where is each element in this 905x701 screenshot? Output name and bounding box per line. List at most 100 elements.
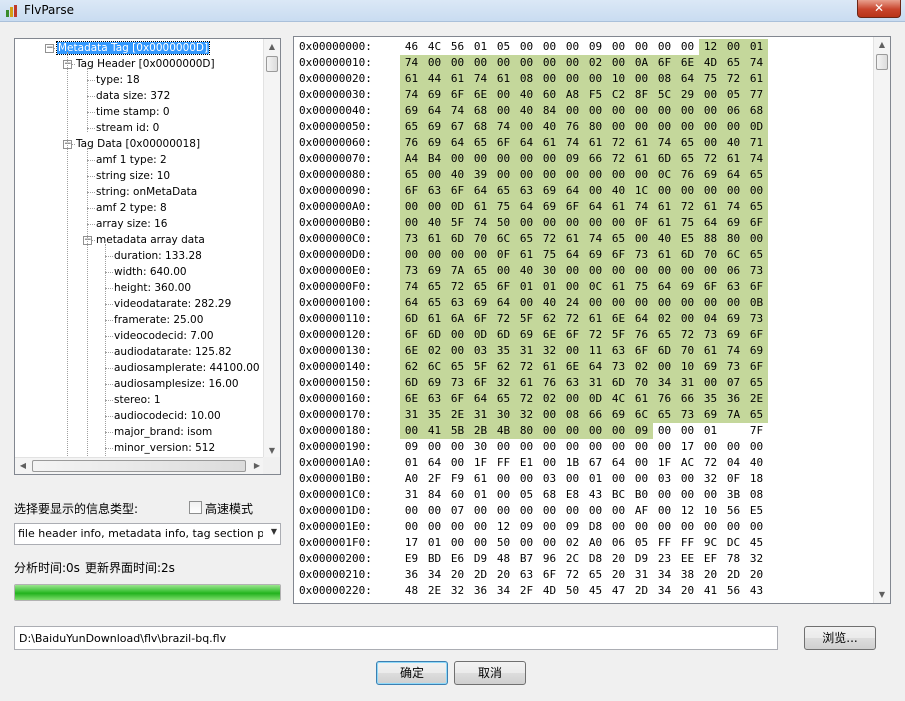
metadata-tree[interactable]: Metadata Tag [0x0000000D] − Tag Header [0x… [14, 38, 281, 475]
tree-item[interactable]: amf 2 type: 8 [95, 200, 168, 216]
hex-row[interactable]: 0x00000120: 6F 6D 00 0D 6D 69 6E 6F 72 5F 76 65 72 73 6… [299, 327, 873, 343]
tree-hscroll-thumb[interactable] [32, 460, 246, 472]
hex-row[interactable]: 0x00000050: 65 69 67 68 74 00 40 76 80 00 00 00 00 00 0… [299, 119, 873, 135]
hex-byte: 00 [492, 263, 515, 279]
hex-row[interactable]: 0x00000180: 00 41 5B 2B 4B 80 00 00 00 00 09 00 00 01 7… [299, 423, 873, 439]
close-button[interactable]: ✕ [857, 0, 901, 18]
tree-item[interactable]: data size: 372 [95, 88, 171, 104]
hex-row[interactable]: 0x000001A0: 01 64 00 1F FF E1 00 1B 67 64 00 1F AC 72 0… [299, 455, 873, 471]
hex-row[interactable]: 0x00000210: 36 34 20 2D 20 63 6F 72 65 20 31 34 38 20 2… [299, 567, 873, 583]
tree-item[interactable]: Tag Data [0x00000018] [75, 136, 201, 152]
hex-row[interactable]: 0x000000A0: 00 00 0D 61 75 64 69 6F 64 61 74 61 72 61 7… [299, 199, 873, 215]
tree-item[interactable]: audiosamplesize: 16.00 [113, 376, 240, 392]
hex-row[interactable]: 0x00000200: E9 BD E6 D9 48 B7 96 2C D8 20 D9 23 EE EF 7… [299, 551, 873, 567]
tree-item[interactable]: height: 360.00 [113, 280, 192, 296]
hex-row[interactable]: 0x00000170: 31 35 2E 31 30 32 00 08 66 69 6C 65 73 69 7… [299, 407, 873, 423]
hex-byte: 6F [607, 247, 630, 263]
scroll-down-icon[interactable]: ▼ [267, 446, 277, 456]
tree-item[interactable]: major_brand: isom [113, 424, 213, 440]
scroll-up-icon[interactable]: ▲ [877, 40, 887, 50]
cancel-button[interactable]: 取消 [454, 661, 526, 685]
fast-mode-label[interactable]: 高速模式 [205, 500, 253, 517]
tree-vscroll-thumb[interactable] [266, 56, 278, 72]
hex-row[interactable]: 0x00000000: 46 4C 56 01 05 00 00 00 09 00 00 00 00 12 0… [299, 39, 873, 55]
scroll-down-icon[interactable]: ▼ [877, 590, 887, 600]
hex-row[interactable]: 0x000001C0: 31 84 60 01 00 05 68 E8 43 BC B0 00 00 00 3… [299, 487, 873, 503]
tree-item[interactable]: framerate: 25.00 [113, 312, 204, 328]
hex-row[interactable]: 0x00000040: 69 64 74 68 00 40 84 00 00 00 00 00 00 00 0… [299, 103, 873, 119]
hex-row[interactable]: 0x00000080: 65 00 40 39 00 00 00 00 00 00 00 0C 76 69 6… [299, 167, 873, 183]
hex-row[interactable]: 0x00000130: 6E 02 00 03 35 31 32 00 11 63 6F 6D 70 61 7… [299, 343, 873, 359]
hex-row[interactable]: 0x000001D0: 00 00 07 00 00 00 00 00 00 00 AF 00 12 10 5… [299, 503, 873, 519]
tree-item[interactable]: type: 18 [95, 72, 141, 88]
tree-item[interactable]: time stamp: 0 [95, 104, 171, 120]
hex-row[interactable]: 0x00000220: 48 2E 32 36 34 2F 4D 50 45 47 2D 34 20 41 5… [299, 583, 873, 599]
tree-item[interactable]: audiosamplerate: 44100.00 [113, 360, 261, 376]
hex-row[interactable]: 0x000000C0: 73 61 6D 70 6C 65 72 61 74 65 00 40 E5 88 8… [299, 231, 873, 247]
tree-item[interactable]: audiocodecid: 10.00 [113, 408, 222, 424]
tree-guide-line [105, 244, 106, 468]
hex-row[interactable]: 0x000001B0: A0 2F F9 61 00 00 03 00 01 00 00 03 00 32 0… [299, 471, 873, 487]
hex-byte: 6C [630, 407, 653, 423]
hex-byte: 74 [561, 135, 584, 151]
hex-byte: 56 [726, 584, 741, 597]
hex-byte: 68 [542, 488, 557, 501]
hex-row[interactable]: 0x00000070: A4 B4 00 00 00 00 00 09 66 72 61 6D 65 72 6… [299, 151, 873, 167]
tree-item[interactable]: videocodecid: 7.00 [113, 328, 215, 344]
scroll-up-icon[interactable]: ▲ [267, 42, 277, 52]
hex-row[interactable]: 0x00000090: 6F 63 6F 64 65 63 69 64 00 40 1C 00 00 00 0… [299, 183, 873, 199]
tree-vertical-scrollbar[interactable]: ▲ ▼ [263, 39, 280, 459]
chevron-down-icon[interactable]: ▼ [271, 527, 277, 536]
tree-item[interactable]: amf 1 type: 2 [95, 152, 168, 168]
browse-button[interactable]: 浏览... [804, 626, 876, 650]
hex-row[interactable]: 0x00000160: 6E 63 6F 64 65 72 02 00 0D 4C 61 76 66 35 3… [299, 391, 873, 407]
tree-item[interactable]: Metadata Tag [0x0000000D] [55, 40, 211, 56]
file-path-input[interactable]: D:\BaiduYunDownload\flv\brazil-bq.flv [14, 626, 778, 650]
hex-row[interactable]: 0x000000F0: 74 65 72 65 6F 01 01 00 0C 61 75 64 69 6F 6… [299, 279, 873, 295]
tree-item[interactable]: array size: 16 [95, 216, 168, 232]
hex-vertical-scrollbar[interactable]: ▲ ▼ [873, 37, 890, 603]
tree-item[interactable]: string: onMetaData [95, 184, 198, 200]
ok-button[interactable]: 确定 [376, 661, 448, 685]
tree-item[interactable]: Tag Header [0x0000000D] [75, 56, 216, 72]
hex-vscroll-thumb[interactable] [876, 54, 888, 70]
hex-byte: 61 [400, 71, 423, 87]
scroll-left-icon[interactable]: ◀ [18, 461, 28, 471]
hex-row[interactable]: 0x000000D0: 00 00 00 00 0F 61 75 64 69 6F 73 61 6D 70 6… [299, 247, 873, 263]
hex-row[interactable]: 0x00000100: 64 65 63 69 64 00 40 24 00 00 00 00 00 00 0… [299, 295, 873, 311]
scroll-right-icon[interactable]: ▶ [252, 461, 262, 471]
hex-row[interactable]: 0x00000190: 09 00 00 30 00 00 00 00 00 00 00 00 17 00 0… [299, 439, 873, 455]
hex-row[interactable]: 0x00000150: 6D 69 73 6F 32 61 76 63 31 6D 70 34 31 00 0… [299, 375, 873, 391]
fast-mode-checkbox[interactable] [189, 501, 202, 514]
hex-byte: 07 [450, 504, 465, 517]
tree-item[interactable]: width: 640.00 [113, 264, 188, 280]
hex-row[interactable]: 0x00000060: 76 69 64 65 6F 64 61 74 61 72 61 74 65 00 4… [299, 135, 873, 151]
hex-row[interactable]: 0x00000020: 61 44 61 74 61 08 00 00 00 10 00 08 64 75 7… [299, 71, 873, 87]
tree-item[interactable]: audiodatarate: 125.82 [113, 344, 233, 360]
tree-item[interactable]: stereo: 1 [113, 392, 162, 408]
hex-row[interactable]: 0x000000B0: 00 40 5F 74 50 00 00 00 00 00 0F 61 75 64 6… [299, 215, 873, 231]
hex-byte: 03 [657, 472, 672, 485]
tree-item[interactable]: minor_version: 512 [113, 440, 216, 456]
info-type-select[interactable]: file header info, metadata info, tag sec… [14, 523, 281, 545]
hex-row[interactable]: 0x000000E0: 73 69 7A 65 00 40 30 00 00 00 00 00 00 00 0… [299, 263, 873, 279]
tree-item[interactable]: stream id: 0 [95, 120, 160, 136]
tree-item[interactable]: videodatarate: 282.29 [113, 296, 232, 312]
tree-item[interactable]: duration: 133.28 [113, 248, 203, 264]
tree-horizontal-scrollbar[interactable]: ◀ ▶ [15, 457, 265, 474]
tree-item[interactable]: string size: 10 [95, 168, 171, 184]
hex-byte: 20 [749, 568, 764, 581]
collapse-icon[interactable]: − [45, 44, 54, 53]
hex-byte: 08 [515, 71, 538, 87]
hex-row[interactable]: 0x00000140: 62 6C 65 5F 62 72 61 6E 64 73 02 00 10 69 7… [299, 359, 873, 375]
hex-byte: 6F [561, 199, 584, 215]
hex-row[interactable]: 0x00000110: 6D 61 6A 6F 72 5F 62 72 61 6E 64 02 00 04 6… [299, 311, 873, 327]
hex-row[interactable]: 0x000001E0: 00 00 00 00 12 09 00 09 D8 00 00 00 00 00 0… [299, 519, 873, 535]
hex-byte: 61 [538, 359, 561, 375]
hex-view[interactable]: 0x00000000: 46 4C 56 01 05 00 00 00 09 00 00 00 00 12 0… [293, 36, 891, 604]
hex-row[interactable]: 0x00000010: 74 00 00 00 00 00 00 00 02 00 0A 6F 6E 4D 6… [299, 55, 873, 71]
hex-row[interactable]: 0x000001F0: 17 01 00 00 50 00 00 02 A0 06 05 FF FF 9C D… [299, 535, 873, 551]
hex-byte: 00 [726, 440, 741, 453]
tree-item[interactable]: metadata array data [95, 232, 206, 248]
hex-row[interactable]: 0x00000030: 74 69 6F 6E 00 40 60 A8 F5 C2 8F 5C 29 00 0… [299, 87, 873, 103]
